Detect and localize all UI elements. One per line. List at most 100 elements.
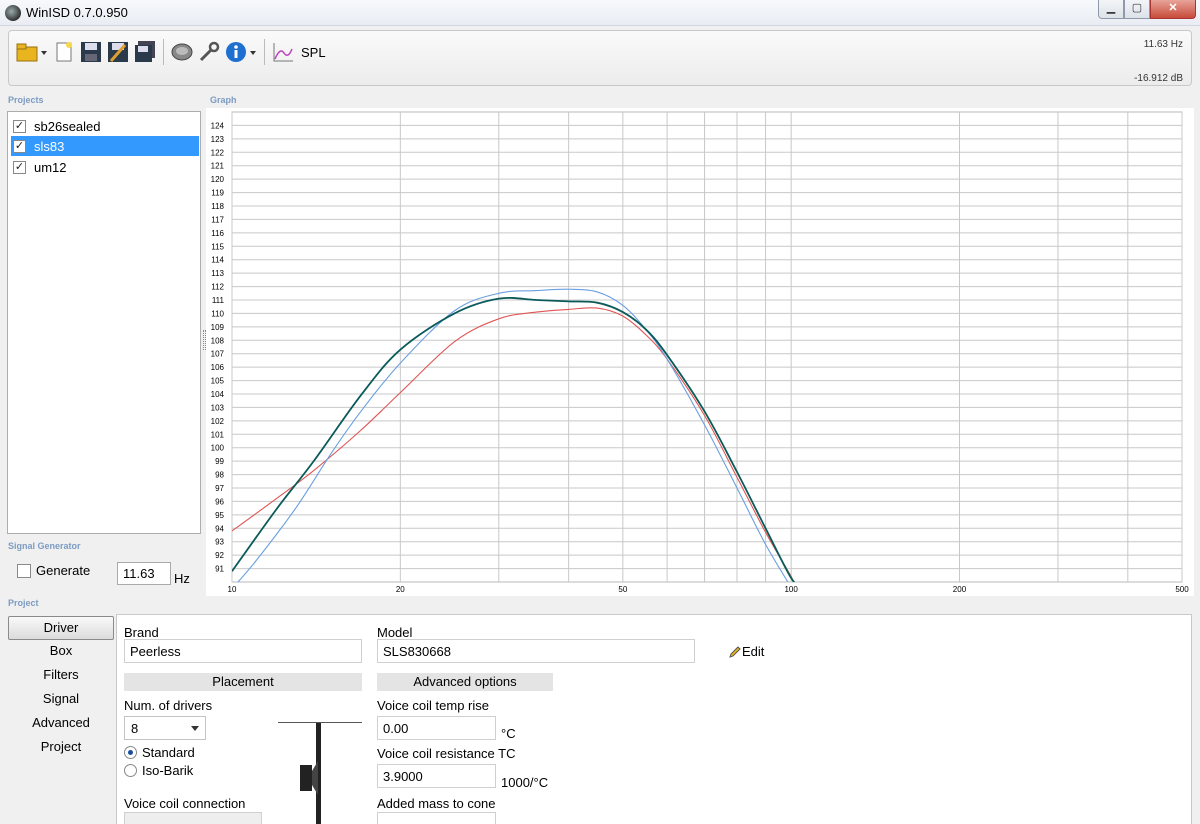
y-tick-label: 98 [215, 471, 224, 480]
y-tick-label: 121 [211, 162, 225, 171]
num-drivers-value: 8 [131, 721, 139, 736]
vc-connection-select[interactable] [124, 812, 262, 824]
standard-radio[interactable] [124, 746, 137, 759]
new-file-icon[interactable] [52, 40, 76, 64]
spl-chart[interactable]: 91 92 93 94 95 96 97 98 99 100 101 102 103 104 105 106 1… [206, 108, 1194, 596]
isobarik-label: Iso-Barik [142, 763, 194, 778]
nav-driver[interactable]: Driver [8, 616, 114, 640]
y-tick-label: 124 [211, 121, 225, 130]
project-item-sls83[interactable]: ✓ sls83 [11, 136, 199, 156]
edit-driver-button[interactable]: Edit [728, 644, 764, 659]
y-tick-label: 91 [215, 565, 224, 574]
save-as-icon[interactable] [106, 40, 130, 64]
edit-label: Edit [742, 644, 765, 659]
x-tick-label: 20 [396, 585, 405, 594]
maximize-button[interactable]: ▢ [1124, 0, 1150, 19]
y-tick-label: 97 [215, 484, 224, 493]
toolbar-separator [163, 39, 164, 65]
info-icon[interactable] [224, 40, 258, 64]
added-mass-field[interactable] [377, 812, 496, 824]
spl-graph-icon[interactable] [271, 40, 295, 64]
generator-frequency-unit: Hz [174, 571, 190, 586]
project-item-um12[interactable]: ✓ um12 [11, 157, 199, 177]
y-tick-label: 117 [211, 215, 224, 224]
x-tick-label: 50 [618, 585, 627, 594]
project-nav: Driver Box Filters Signal Advanced Proje… [8, 616, 114, 760]
model-label: Model [377, 625, 413, 640]
save-all-icon[interactable] [133, 40, 157, 64]
generate-toggle[interactable]: Generate [17, 563, 90, 578]
graph-section-label: Graph [210, 95, 237, 105]
brand-field[interactable]: Peerless [124, 639, 362, 663]
y-tick-label: 95 [215, 511, 224, 520]
nav-box[interactable]: Box [8, 640, 114, 664]
y-tick-label: 122 [211, 148, 225, 157]
added-mass-label: Added mass to cone [377, 796, 496, 811]
y-tick-label: 115 [211, 242, 224, 251]
driver-placement-diagram [278, 722, 362, 824]
y-tick-label: 99 [215, 457, 224, 466]
pencil-icon [729, 645, 741, 658]
num-drivers-select[interactable]: 8 [124, 716, 206, 740]
y-tick-label: 114 [211, 256, 224, 265]
y-tick-label: 96 [215, 497, 224, 506]
project-checkbox[interactable]: ✓ [13, 160, 26, 174]
project-checkbox[interactable]: ✓ [13, 119, 26, 133]
minimize-button[interactable]: ▁ [1098, 0, 1124, 19]
y-tick-label: 104 [211, 390, 225, 399]
placement-header: Placement [124, 673, 362, 691]
vc-resistance-tc-label: Voice coil resistance TC [377, 746, 516, 761]
isobarik-radio[interactable] [124, 764, 137, 777]
y-tick-label: 123 [211, 135, 225, 144]
open-folder-icon[interactable] [15, 40, 49, 64]
spl-label[interactable]: SPL [301, 45, 326, 60]
title-bar: WinISD 0.7.0.950 ▁ ▢ ✕ [0, 0, 1200, 26]
project-name: sb26sealed [34, 118, 101, 134]
y-tick-label: 92 [215, 551, 224, 560]
model-field[interactable]: SLS830668 [377, 639, 695, 663]
driver-icon[interactable] [170, 40, 194, 64]
x-tick-label: 200 [953, 585, 967, 594]
vc-resistance-tc-unit: 1000/°C [501, 775, 549, 790]
project-name: um12 [34, 159, 67, 175]
generator-frequency-input[interactable]: 11.63 [117, 562, 171, 585]
y-tick-label: 120 [211, 175, 225, 184]
y-tick-label: 118 [211, 202, 224, 211]
vc-resistance-tc-field[interactable]: 3.9000 [377, 764, 496, 788]
nav-signal[interactable]: Signal [8, 688, 114, 712]
signal-generator-section-label: Signal Generator [8, 541, 81, 551]
nav-filters[interactable]: Filters [8, 664, 114, 688]
projects-list: ✓ sb26sealed ✓ sls83 ✓ um12 [7, 111, 201, 534]
vc-temp-unit: °C [501, 726, 516, 741]
save-icon[interactable] [79, 40, 103, 64]
generate-checkbox[interactable] [17, 563, 31, 578]
y-tick-label: 101 [211, 430, 225, 439]
wrench-icon[interactable] [197, 40, 221, 64]
project-section-label: Project [8, 598, 39, 608]
vc-temp-rise-field[interactable]: 0.00 [377, 716, 496, 740]
standard-option[interactable]: Standard [124, 745, 195, 760]
y-tick-label: 110 [211, 309, 224, 318]
nav-project[interactable]: Project [8, 736, 114, 760]
generate-label: Generate [36, 563, 91, 578]
level-readout: -16.912 dB [1134, 73, 1183, 84]
x-tick-label: 500 [1175, 585, 1189, 594]
isobarik-option[interactable]: Iso-Barik [124, 763, 193, 778]
app-icon [5, 5, 21, 21]
y-tick-label: 116 [211, 229, 224, 238]
vc-connection-label: Voice coil connection [124, 796, 246, 811]
spl-graph[interactable]: 91 92 93 94 95 96 97 98 99 100 101 102 103 104 105 106 1… [206, 108, 1194, 596]
y-tick-label: 109 [211, 323, 225, 332]
y-tick-label: 119 [211, 189, 224, 198]
nav-advanced[interactable]: Advanced [8, 712, 114, 736]
y-tick-label: 93 [215, 538, 224, 547]
y-tick-label: 108 [211, 336, 225, 345]
project-item-sb26sealed[interactable]: ✓ sb26sealed [11, 116, 199, 136]
standard-label: Standard [142, 745, 195, 760]
close-button[interactable]: ✕ [1150, 0, 1196, 19]
toolbar: SPL 11.63 Hz -16.912 dB [8, 30, 1192, 86]
projects-section-label: Projects [8, 95, 44, 105]
y-tick-label: 105 [211, 377, 225, 386]
project-checkbox[interactable]: ✓ [13, 139, 26, 153]
advanced-options-header: Advanced options [377, 673, 553, 691]
